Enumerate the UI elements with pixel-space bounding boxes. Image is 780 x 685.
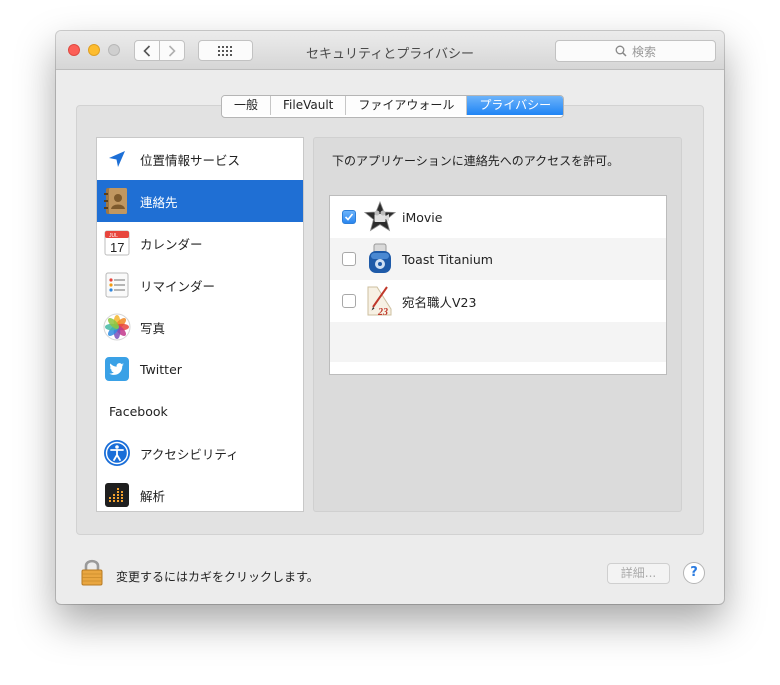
atena-version-text: 23	[377, 307, 388, 317]
lock-instruction-text: 変更するにはカギをクリックします。	[116, 570, 319, 584]
close-window-button[interactable]	[68, 44, 80, 56]
app-name: Toast Titanium	[402, 251, 493, 267]
sidebar-item-photos[interactable]: 写真	[97, 306, 303, 348]
details-button[interactable]: 詳細...	[607, 563, 670, 584]
chevron-left-icon	[143, 44, 151, 57]
photos-icon	[103, 313, 131, 341]
sidebar-item-contacts[interactable]: 連絡先	[97, 180, 303, 222]
back-button[interactable]	[134, 40, 160, 61]
sidebar-item-facebook[interactable]: Facebook	[97, 390, 303, 432]
toast-titanium-checkbox[interactable]	[342, 252, 356, 266]
search-placeholder: 検索	[631, 44, 656, 59]
padlock-icon	[81, 559, 103, 586]
chevron-right-icon	[168, 44, 176, 57]
sidebar-item-label: 位置情報サービス	[140, 152, 241, 168]
calendar-day: 17	[110, 240, 124, 255]
sidebar-item-calendar[interactable]: JUL 17 カレンダー	[97, 222, 303, 264]
show-all-button[interactable]	[198, 40, 253, 61]
calendar-icon: JUL 17	[103, 229, 131, 257]
app-name: 宛名職人V23	[402, 294, 477, 310]
sidebar-item-label: Facebook	[109, 403, 168, 419]
tab-filevault[interactable]: FileVault	[271, 96, 347, 115]
imovie-star-icon	[364, 201, 396, 233]
sidebar-item-label: 連絡先	[140, 194, 178, 210]
contacts-book-icon	[103, 187, 131, 215]
sidebar-item-label: アクセシビリティ	[140, 446, 239, 462]
sidebar-item-reminders[interactable]: リマインダー	[97, 264, 303, 306]
location-arrow-icon	[103, 145, 131, 173]
sidebar-item-label: リマインダー	[140, 278, 216, 294]
access-description: 下のアプリケーションに連絡先へのアクセスを許可。	[332, 154, 620, 168]
twitter-icon	[103, 355, 131, 383]
app-row-empty	[330, 322, 666, 362]
tab-general[interactable]: 一般	[222, 96, 272, 115]
analytics-icon	[103, 481, 131, 509]
toast-titanium-icon	[364, 243, 396, 275]
sidebar-item-location[interactable]: 位置情報サービス	[97, 138, 303, 180]
sidebar-item-label: 写真	[140, 320, 166, 336]
sidebar-item-label: 解析	[140, 488, 166, 504]
atena-checkbox[interactable]	[342, 294, 356, 308]
app-row-atena[interactable]: 23 宛名職人V23	[330, 280, 666, 322]
reminders-icon	[103, 271, 131, 299]
atena-pen-icon: 23	[364, 285, 396, 317]
preferences-window: セキュリティとプライバシー 検索 一般 FileVault ファイアウォール プ…	[56, 31, 724, 604]
sidebar-item-accessibility[interactable]: アクセシビリティ	[97, 432, 303, 474]
calendar-month: JUL	[109, 233, 118, 239]
privacy-detail-pane: 下のアプリケーションに連絡先へのアクセスを許可。 iMovie Toast Ti…	[313, 137, 682, 512]
app-row-imovie[interactable]: iMovie	[330, 196, 666, 238]
sidebar-item-twitter[interactable]: Twitter	[97, 348, 303, 390]
sidebar-item-label: Twitter	[140, 361, 182, 377]
app-row-toast-titanium[interactable]: Toast Titanium	[330, 238, 666, 280]
grid-icon	[217, 45, 232, 56]
search-icon	[615, 45, 627, 57]
app-access-list: iMovie Toast Titanium 23 宛名職人V23	[329, 195, 667, 375]
title-bar: セキュリティとプライバシー 検索	[56, 31, 724, 70]
tab-privacy[interactable]: プライバシー	[467, 96, 564, 115]
privacy-category-list: 位置情報サービス 連絡先 JUL 17 カレンダー リマインダー 写真 Twit…	[96, 137, 304, 512]
imovie-checkbox[interactable]	[342, 210, 356, 224]
sidebar-item-analytics[interactable]: 解析	[97, 474, 303, 511]
app-name: iMovie	[402, 209, 443, 225]
lock-button[interactable]	[80, 558, 104, 586]
search-field[interactable]: 検索	[555, 40, 716, 62]
tab-bar: 一般 FileVault ファイアウォール プライバシー	[221, 95, 565, 118]
forward-button[interactable]	[159, 40, 185, 61]
window-title: セキュリティとプライバシー	[306, 47, 474, 62]
accessibility-icon	[103, 439, 131, 467]
checkmark-icon	[344, 213, 354, 221]
sidebar-item-label: カレンダー	[140, 236, 203, 252]
minimize-window-button[interactable]	[88, 44, 100, 56]
zoom-window-button[interactable]	[108, 44, 120, 56]
tab-firewall[interactable]: ファイアウォール	[346, 96, 468, 115]
help-button[interactable]: ?	[683, 562, 705, 584]
